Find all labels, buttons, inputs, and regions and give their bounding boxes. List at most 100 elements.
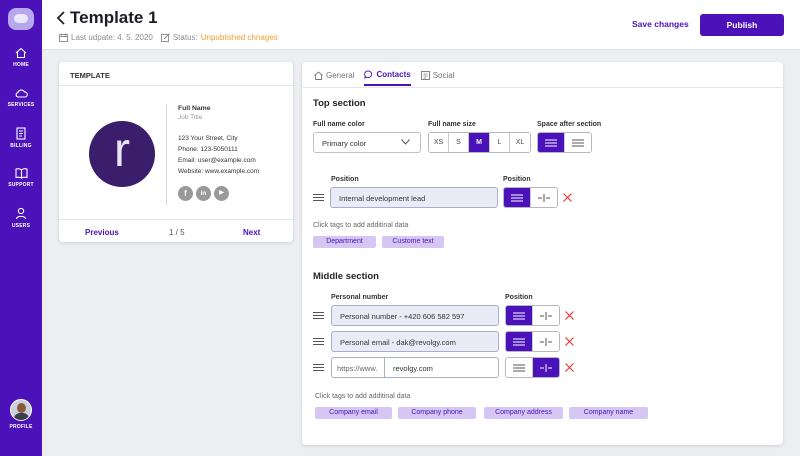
split-icon [539,311,552,320]
sidebar-item-billing[interactable]: BILLING [0,127,42,149]
cloud-icon [15,89,28,98]
sidebar-item-home[interactable]: HOME [0,47,42,68]
tag-company-name[interactable]: Company name [569,407,648,419]
tag-custom-text[interactable]: Custome text [382,236,444,248]
previous-button[interactable]: Previous [85,228,119,237]
divider [166,105,167,205]
close-icon[interactable] [565,337,574,346]
field-label: Space after section [537,121,602,128]
avatar [10,399,32,421]
size-option-m[interactable]: M [469,133,490,152]
align-split-option[interactable] [532,358,559,377]
user-icon [15,207,27,220]
tab-bar: General Contacts Social [314,70,465,86]
facebook-icon: f [178,186,193,201]
field-label: Full name size [428,121,476,128]
home-icon [314,71,323,80]
hint-text: Click tags to add additinal data [315,393,411,400]
size-option-s[interactable]: S [449,133,469,152]
align-left-option[interactable] [506,306,533,325]
home-icon [15,47,27,59]
section-title: Top section [313,98,366,109]
sidebar-item-users[interactable]: USERS [0,207,42,229]
position-align-selector [505,331,560,352]
sidebar-item-label: HOME [13,62,29,68]
sidebar-item-services[interactable]: SERVICES [0,87,42,108]
full-name-color-select[interactable]: Primary color [313,132,421,153]
last-update-text: Last udpate: 4. 5. 2020 [71,33,153,42]
field-label: Personal number [331,294,389,301]
drag-handle-icon[interactable] [313,312,324,319]
card-title: TEMPLATE [59,62,293,86]
close-icon[interactable] [563,193,572,202]
chevron-left-icon[interactable] [56,10,66,26]
signature-details: Full Name Job Title 123 Your Street, Cit… [178,105,259,175]
app-logo[interactable] [8,8,34,30]
tag-company-email[interactable]: Company email [315,407,392,419]
align-split-option[interactable] [532,306,559,325]
sidebar-item-label: SERVICES [7,102,35,108]
align-split-option[interactable] [530,188,557,207]
lines-icon [512,338,525,345]
save-changes-button[interactable]: Save changes [632,19,689,29]
status-label: Status: [172,33,198,42]
close-icon[interactable] [565,311,574,320]
size-option-xs[interactable]: XS [429,133,449,152]
close-icon[interactable] [565,363,574,372]
split-icon [539,363,552,372]
position-input[interactable]: Internal development lead [330,187,498,208]
tab-label: General [326,71,355,80]
signature-address: 123 Your Street, City [178,135,238,142]
align-left-option[interactable] [504,188,531,207]
page-indicator: 1 / 5 [169,228,185,237]
next-button[interactable]: Next [243,228,260,237]
space-after-selector [537,132,592,153]
website-url-input[interactable]: https://www. revolgy.com [331,357,499,378]
position-align-selector [505,357,560,378]
divider [302,87,783,88]
chevron-down-icon [401,139,410,145]
tab-label: Contacts [376,70,411,79]
chat-icon [364,70,373,79]
tab-label: Social [432,71,455,80]
social-icon [420,71,430,80]
personal-email-input[interactable]: Personal email - dak@revolgy.com [331,331,499,352]
full-name-size-selector: XS S M L XL [428,132,531,153]
tag-department[interactable]: Department [313,236,376,248]
align-left-option[interactable] [506,332,533,351]
field-label: Position [503,176,531,183]
drag-handle-icon[interactable] [313,338,324,345]
signature-avatar: r [89,121,155,187]
book-icon [14,168,28,179]
publish-button[interactable]: Publish [700,14,784,36]
sidebar-item-profile[interactable]: PROFILE [0,399,42,430]
align-split-option[interactable] [532,332,559,351]
position-align-selector [505,305,560,326]
tab-contacts[interactable]: Contacts [364,70,411,86]
align-left-option[interactable] [506,358,533,377]
tab-social[interactable]: Social [420,70,455,86]
drag-handle-icon[interactable] [313,364,324,371]
sidebar-item-support[interactable]: SUPPORT [0,167,42,188]
lines-icon [512,364,525,371]
select-value: Primary color [322,139,367,148]
youtube-icon: ▶ [214,186,229,201]
section-title: Middle section [313,271,379,282]
size-option-xl[interactable]: XL [510,133,530,152]
signature-job-title: Job Title [178,114,203,121]
split-icon [537,193,550,202]
size-option-l[interactable]: L [490,133,510,152]
lines-icon [544,139,557,146]
drag-handle-icon[interactable] [313,194,324,201]
space-small-option[interactable] [564,133,591,152]
signature-website: Website: www.example.com [178,168,260,175]
space-large-option[interactable] [538,133,565,152]
lines-icon [510,194,523,201]
personal-number-input[interactable]: Personal number - +420 606 582 597 [331,305,499,326]
tag-company-phone[interactable]: Company phone [398,407,476,419]
field-label: Full name color [313,121,365,128]
tab-general[interactable]: General [314,70,354,86]
field-label: Position [505,294,533,301]
tag-company-address[interactable]: Company address [484,407,563,419]
hint-text: Click tags to add additinal data [313,222,409,229]
